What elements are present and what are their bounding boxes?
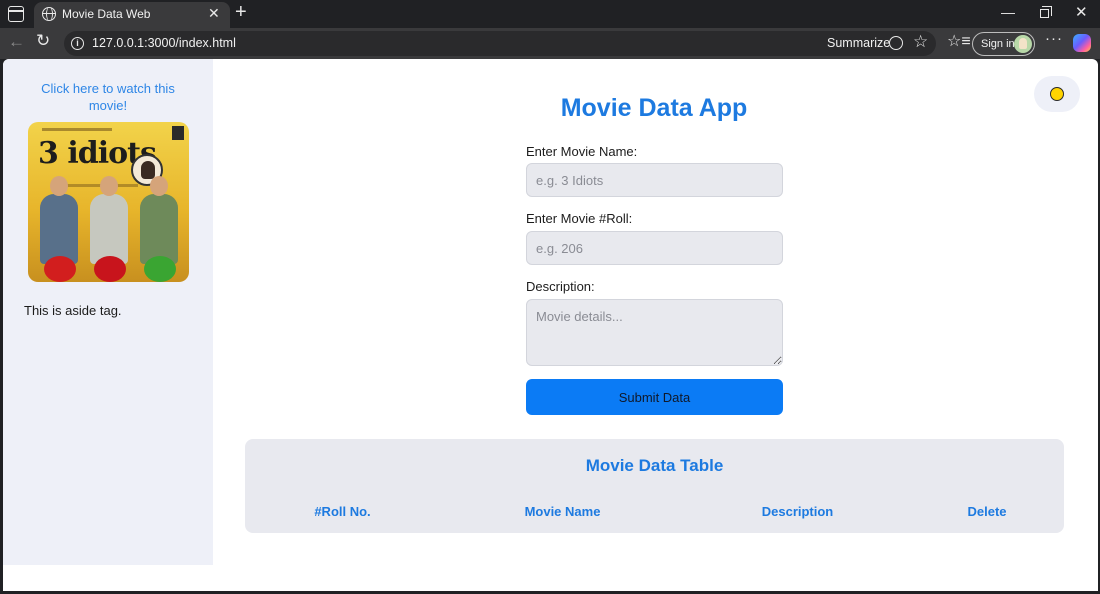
browser-toolbar: ← ↻ i 127.0.0.1:3000/index.html Summariz… xyxy=(0,28,1100,59)
reload-button[interactable]: ↻ xyxy=(36,31,50,51)
tab-title: Movie Data Web xyxy=(62,7,151,21)
summarize-button[interactable]: Summarize xyxy=(827,36,890,50)
more-options-icon[interactable]: ··· xyxy=(1045,30,1063,47)
page-title: Movie Data App xyxy=(560,94,748,122)
tab-close-icon[interactable]: ✕ xyxy=(208,5,220,22)
header-movie-name: Movie Name xyxy=(524,504,601,519)
movie-name-label: Enter Movie Name: xyxy=(526,144,638,159)
new-tab-button[interactable]: + xyxy=(235,1,247,24)
window-close-button[interactable]: ✕ xyxy=(1075,3,1088,21)
header-delete: Delete xyxy=(967,504,1007,519)
favorite-star-icon[interactable]: ☆ xyxy=(913,32,928,52)
poster-ball xyxy=(44,256,76,282)
poster-ball xyxy=(94,256,126,282)
window-minimize-button[interactable]: — xyxy=(1001,4,1015,20)
aside-text: This is aside tag. xyxy=(24,303,122,318)
sun-icon xyxy=(1050,87,1064,101)
movie-data-table: #Roll No. Movie Name Description Delete xyxy=(245,501,1064,522)
table-title: Movie Data Table xyxy=(585,456,724,475)
avatar xyxy=(1014,35,1032,53)
movie-roll-label: Enter Movie #Roll: xyxy=(526,211,633,226)
aside-panel: Click here to watch this movie! 3 idiots… xyxy=(3,59,213,565)
movie-roll-input[interactable] xyxy=(526,231,783,265)
submit-data-button[interactable]: Submit Data xyxy=(526,379,783,415)
sign-in-label: Sign in xyxy=(981,38,1015,50)
window-restore-button[interactable] xyxy=(1040,6,1052,18)
tab-actions-icon[interactable] xyxy=(8,6,24,22)
header-description: Description xyxy=(761,504,834,519)
watch-movie-link[interactable]: Click here to watch this movie! xyxy=(25,80,191,114)
back-button[interactable]: ← xyxy=(8,32,25,52)
description-label: Description: xyxy=(526,279,595,294)
site-info-icon[interactable]: i xyxy=(71,37,84,50)
movie-data-table-card: Movie Data Table #Roll No. Movie Name De… xyxy=(245,439,1064,533)
description-textarea[interactable] xyxy=(526,299,783,366)
browser-tab[interactable]: Movie Data Web ✕ xyxy=(34,2,230,28)
url-text[interactable]: 127.0.0.1:3000/index.html xyxy=(92,36,236,50)
sign-in-button[interactable]: Sign in xyxy=(972,32,1035,56)
poster-actor xyxy=(90,176,128,264)
copilot-icon[interactable] xyxy=(1073,34,1091,52)
poster-actor xyxy=(40,176,78,264)
movie-name-input[interactable] xyxy=(526,163,783,197)
table-header-row: #Roll No. Movie Name Description Delete xyxy=(245,501,1064,522)
poster-actor xyxy=(140,176,178,264)
header-roll-no: #Roll No. xyxy=(314,504,371,519)
poster-subtitle-line xyxy=(58,184,138,187)
globe-icon xyxy=(42,7,56,21)
poster-credit-line xyxy=(42,128,112,131)
page-viewport: Click here to watch this movie! 3 idiots… xyxy=(3,59,1098,591)
summarize-icon[interactable] xyxy=(889,36,903,50)
movie-poster-image[interactable]: 3 idiots xyxy=(28,122,189,282)
favorites-icon[interactable]: ☆≡ xyxy=(947,31,971,51)
theme-toggle-button[interactable] xyxy=(1034,76,1080,112)
poster-ball xyxy=(144,256,176,282)
address-bar[interactable]: i 127.0.0.1:3000/index.html Summarize ☆ xyxy=(64,31,936,56)
browser-tab-bar: Movie Data Web ✕ + — ✕ xyxy=(0,0,1100,28)
poster-logo xyxy=(172,126,184,140)
